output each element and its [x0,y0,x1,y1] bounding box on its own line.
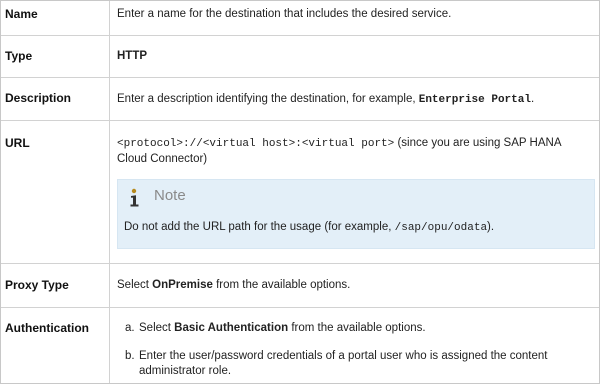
table-row-name: Name Enter a name for the destination th… [1,1,599,36]
table-row-proxy-type: Proxy Type Select OnPremise from the ava… [1,264,599,308]
note-text-suffix: ). [487,221,495,233]
note-title: Note [154,187,186,204]
auth-step-a-prefix: Select [139,322,175,334]
row-label-type: Type [5,49,33,63]
row-label-authentication: Authentication [5,321,89,335]
table-row-type: Type HTTP [1,36,599,78]
row-value-type: HTTP [117,50,148,62]
list-item-text: Select Basic Authentication from the ava… [139,321,589,336]
table-row-url: URL <protocol>://<virtual host>:<virtual… [1,121,599,264]
auth-step-a-option: Basic Authentication [174,322,289,334]
note-url-path-code: /sap/opu/odata [394,222,488,234]
note-text-body: Do not add the URL path for the usage (f… [124,221,395,233]
table-row-authentication: Authentication a. Select Basic Authentic… [1,308,599,383]
row-value-description: Enter a description identifying the dest… [117,92,593,108]
row-value-name: Enter a name for the destination that in… [117,8,452,20]
row-value-url: <protocol>://<virtual host>:<virtual por… [117,136,593,167]
note-text: Do not add the URL path for the usage (f… [124,220,590,236]
row-label-proxy-type: Proxy Type [5,278,69,292]
destination-properties-table: Name Enter a name for the destination th… [0,0,600,384]
url-pattern-code: <protocol>://<virtual host>:<virtual por… [117,138,395,150]
proxy-type-prefix: Select [117,279,153,291]
list-item-text: Enter the user/password credentials of a… [139,350,548,377]
row-label-url: URL [5,136,30,150]
info-icon [130,188,139,207]
description-example-code: Enterprise Portal [418,94,531,106]
row-label-description: Description [5,91,72,105]
description-suffix: . [530,93,535,105]
row-label-name: Name [5,7,38,21]
list-marker: b. [125,350,135,362]
auth-step-a-suffix: from the available options. [288,322,426,334]
description-text: Enter a description identifying the dest… [117,93,419,105]
table-row-description: Description Enter a description identify… [1,78,599,121]
note-box: Note Do not add the URL path for the usa… [117,179,595,249]
proxy-type-suffix: from the available options. [212,279,351,291]
proxy-type-option: OnPremise [152,279,213,291]
list-marker: a. [125,322,135,334]
row-value-proxy-type: Select OnPremise from the available opti… [117,278,593,293]
